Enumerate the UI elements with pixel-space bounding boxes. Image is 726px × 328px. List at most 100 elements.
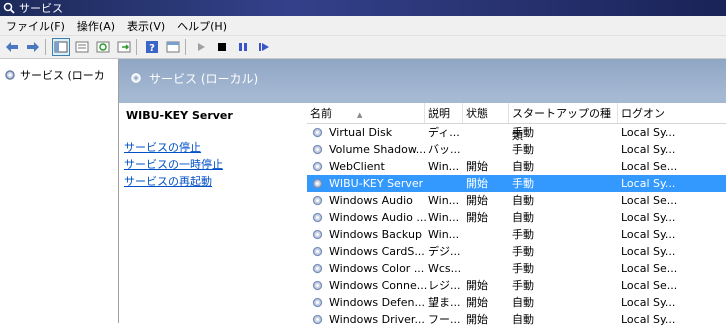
description-cell: Win... [428, 211, 460, 224]
service-gear-icon [312, 195, 323, 206]
panel-content: WIBU-KEY Server サービスの停止 サービスの一時停止 サービスの再… [119, 103, 726, 326]
start-service-icon[interactable] [192, 38, 210, 56]
export-list-icon[interactable] [115, 38, 133, 56]
name-cell: Windows Color ... [329, 262, 425, 275]
panel-header: サービス (ローカル) [119, 59, 726, 97]
svg-text:?: ? [149, 43, 155, 54]
service-gear-icon [312, 263, 323, 274]
logon-cell: Local Sy... [621, 177, 676, 190]
startup-type-cell: 自動 [512, 211, 534, 224]
startup-type-cell: 自動 [512, 194, 534, 207]
toolbar-separator [185, 39, 186, 55]
startup-type-cell: 手動 [512, 228, 534, 241]
table-row[interactable]: WebClient Win... 開始 自動 Local Se... [307, 158, 726, 175]
services-list: ▲ 名前 説明 状態 スタートアップの種類 ログオン Virtual Disk デ… [307, 103, 726, 326]
service-gear-icon [312, 212, 323, 223]
title-bar: サービス [0, 0, 726, 16]
status-cell: 開始 [466, 194, 488, 207]
table-row[interactable]: WIBU-KEY Server 開始 手動 Local Sy... [307, 175, 726, 192]
logon-cell: Local Se... [621, 279, 678, 292]
name-cell: Windows Defen... [329, 296, 425, 309]
logon-cell: Local Sy... [621, 313, 676, 326]
table-row[interactable]: Windows CardS... デジ... 手動 Local Sy... [307, 243, 726, 260]
column-header-logon[interactable]: ログオン [618, 103, 726, 123]
startup-type-cell: 手動 [512, 262, 534, 275]
table-row[interactable]: Windows Audio ... Win... 開始 自動 Local Sy... [307, 209, 726, 226]
table-row[interactable]: Windows Conne... レジ... 開始 手動 Local Se... [307, 277, 726, 294]
stop-service-link[interactable]: サービスの停止 [124, 139, 201, 155]
standard-view-icon[interactable] [164, 38, 182, 56]
service-gear-icon [312, 229, 323, 240]
table-row[interactable]: Windows Defen... 望ま... 開始 自動 Local Sy... [307, 294, 726, 311]
name-cell: Windows Backup [329, 228, 422, 241]
description-cell: 望ま... [428, 296, 461, 309]
service-description-pane: WIBU-KEY Server サービスの停止 サービスの一時停止 サービスの再… [119, 103, 305, 323]
service-gear-icon [312, 280, 323, 291]
properties-icon[interactable] [73, 38, 91, 56]
description-cell: Win... [428, 160, 460, 173]
forward-arrow-icon[interactable] [24, 38, 42, 56]
name-cell: Windows Driver... [329, 313, 425, 326]
description-cell: デジ... [428, 245, 461, 258]
description-cell: レジ... [428, 279, 461, 292]
column-header-status[interactable]: 状態 [463, 103, 509, 123]
description-cell: Wcs... [428, 262, 462, 275]
status-cell: 開始 [466, 313, 488, 326]
toolbar: ? [0, 36, 726, 59]
logon-cell: Local Sy... [621, 143, 676, 156]
name-cell: Windows Audio [329, 194, 413, 207]
menu-view[interactable]: 表示(V) [121, 18, 171, 34]
table-row[interactable]: Virtual Disk ディ... 手動 Local Sy... [307, 124, 726, 141]
menu-help[interactable]: ヘルプ(H) [171, 18, 233, 34]
startup-type-cell: 手動 [512, 143, 534, 156]
help-icon[interactable]: ? [143, 38, 161, 56]
status-cell: 開始 [466, 211, 488, 224]
table-row[interactable]: Windows Color ... Wcs... 手動 Local Se... [307, 260, 726, 277]
status-cell: 開始 [466, 177, 488, 190]
table-row[interactable]: Windows Backup Win... 手動 Local Sy... [307, 226, 726, 243]
column-header-description[interactable]: 説明 [425, 103, 463, 123]
service-gear-icon [312, 246, 323, 257]
column-header-name[interactable]: ▲ 名前 [307, 103, 425, 123]
startup-type-cell: 手動 [512, 126, 534, 139]
services-gear-icon [3, 2, 15, 14]
restart-service-icon[interactable] [255, 38, 273, 56]
back-arrow-icon[interactable] [3, 38, 21, 56]
console-tree-icon[interactable] [52, 38, 70, 56]
status-cell: 開始 [466, 279, 488, 292]
stop-service-icon[interactable] [213, 38, 231, 56]
logon-cell: Local Sy... [621, 296, 676, 309]
menu-file[interactable]: ファイル(F) [0, 18, 71, 34]
pause-service-link[interactable]: サービスの一時停止 [124, 156, 223, 172]
menu-bar: ファイル(F) 操作(A) 表示(V) ヘルプ(H) [0, 16, 726, 36]
name-cell: Volume Shadow... [329, 143, 427, 156]
description-cell: ディ... [428, 126, 460, 139]
name-cell: Windows CardS... [329, 245, 425, 258]
description-cell: フー... [428, 313, 461, 326]
column-header-startup-type[interactable]: スタートアップの種類 [509, 103, 618, 142]
list-header: ▲ 名前 説明 状態 スタートアップの種類 ログオン [307, 103, 726, 142]
main-panel: サービス (ローカル) WIBU-KEY Server サービスの停止 サービス… [119, 59, 726, 326]
pause-service-icon[interactable] [234, 38, 252, 56]
startup-type-cell: 自動 [512, 160, 534, 173]
refresh-icon[interactable] [94, 38, 112, 56]
service-gear-icon [312, 127, 323, 138]
table-row[interactable]: Windows Driver... フー... 開始 自動 Local Sy... [307, 311, 726, 328]
startup-type-cell: 手動 [512, 177, 534, 190]
name-cell: Windows Conne... [329, 279, 428, 292]
name-cell: Windows Audio ... [329, 211, 427, 224]
table-row[interactable]: Windows Audio Win... 開始 自動 Local Se... [307, 192, 726, 209]
toolbar-separator [45, 39, 46, 55]
name-cell: Virtual Disk [329, 126, 393, 139]
startup-type-cell: 手動 [512, 245, 534, 258]
restart-service-link[interactable]: サービスの再起動 [124, 173, 212, 189]
service-gear-icon [312, 161, 323, 172]
table-row[interactable]: Volume Shadow... バッ... 手動 Local Sy... [307, 141, 726, 158]
startup-type-cell: 手動 [512, 279, 534, 292]
selected-service-name: WIBU-KEY Server [126, 109, 233, 122]
tree-node-services-local[interactable]: サービス (ローカ [3, 67, 118, 83]
services-gear-icon [5, 70, 15, 80]
status-cell: 開始 [466, 160, 488, 173]
menu-action[interactable]: 操作(A) [71, 18, 121, 34]
toolbar-separator [136, 39, 137, 55]
